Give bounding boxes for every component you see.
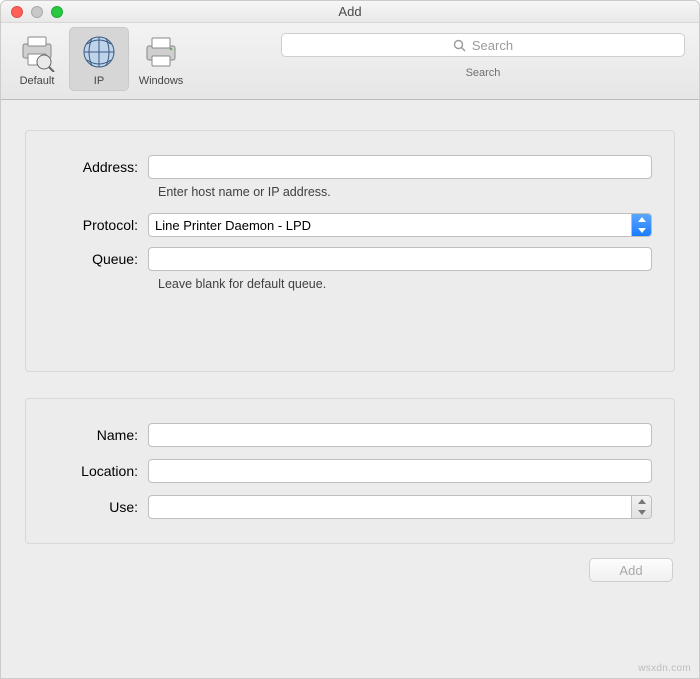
toolbar-item-ip[interactable]: IP <box>69 27 129 91</box>
toolbar: Default IP Windows <box>1 23 699 100</box>
add-printer-window: Add Default IP <box>0 0 700 679</box>
footer: Add <box>25 544 675 582</box>
toolbar-item-default[interactable]: Default <box>7 27 67 91</box>
queue-input[interactable] <box>148 247 652 271</box>
toolbar-search: Search Search <box>273 27 693 79</box>
protocol-select[interactable]: Line Printer Daemon - LPD <box>148 213 652 237</box>
search-input[interactable]: Search <box>281 33 684 57</box>
window-title: Add <box>1 4 699 19</box>
search-placeholder: Search <box>472 38 513 53</box>
toolbar-item-label: Windows <box>139 75 184 91</box>
globe-network-icon <box>78 31 120 73</box>
location-input[interactable] <box>148 459 652 483</box>
select-stepper-icon <box>631 496 651 518</box>
printer-windows-icon <box>140 31 182 73</box>
window-controls <box>1 6 63 18</box>
toolbar-item-label: IP <box>94 75 104 91</box>
connection-panel: Address: Enter host name or IP address. … <box>25 130 675 372</box>
queue-hint: Leave blank for default queue. <box>158 277 326 291</box>
add-button[interactable]: Add <box>589 558 673 582</box>
name-input[interactable] <box>148 423 652 447</box>
select-stepper-icon <box>631 214 651 236</box>
printer-default-icon <box>16 31 58 73</box>
toolbar-item-windows[interactable]: Windows <box>131 27 191 91</box>
protocol-label: Protocol: <box>36 217 148 233</box>
protocol-value: Line Printer Daemon - LPD <box>155 218 311 233</box>
search-icon <box>453 39 466 52</box>
close-window-button[interactable] <box>11 6 23 18</box>
content-area: Address: Enter host name or IP address. … <box>1 100 699 678</box>
watermark: wsxdn.com <box>638 663 691 674</box>
identity-panel: Name: Location: Use: <box>25 398 675 544</box>
use-select[interactable] <box>148 495 652 519</box>
titlebar: Add <box>1 1 699 23</box>
queue-label: Queue: <box>36 251 148 267</box>
minimize-window-button[interactable] <box>31 6 43 18</box>
address-hint: Enter host name or IP address. <box>158 185 331 199</box>
use-label: Use: <box>36 499 148 515</box>
toolbar-item-label: Default <box>20 75 55 91</box>
address-label: Address: <box>36 159 148 175</box>
name-label: Name: <box>36 427 148 443</box>
address-input[interactable] <box>148 155 652 179</box>
location-label: Location: <box>36 463 148 479</box>
zoom-window-button[interactable] <box>51 6 63 18</box>
search-sublabel: Search <box>466 67 501 79</box>
